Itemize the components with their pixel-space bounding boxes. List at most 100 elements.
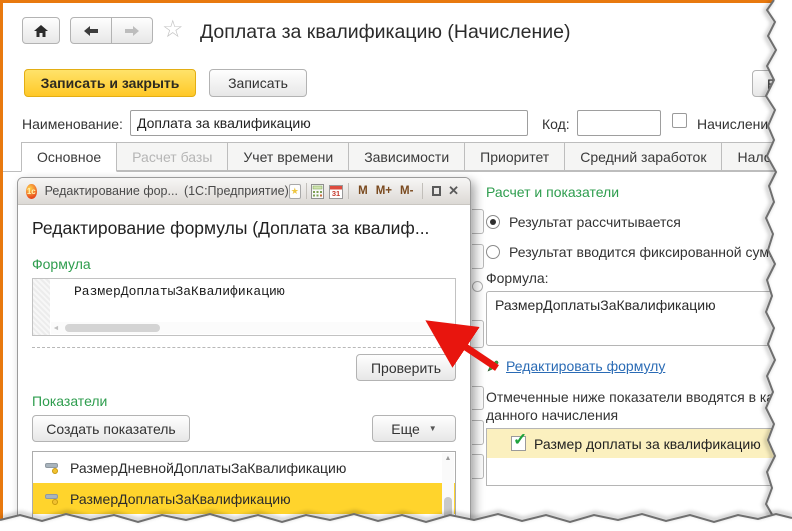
list-item-label: РазмерДоплатыЗаКвалификацию: [70, 490, 291, 507]
accrual-checkbox-label: Начисление б: [697, 116, 788, 132]
dialog-title: Редактирование фор...: [44, 184, 178, 198]
scrollbar-thumb[interactable]: [444, 497, 452, 523]
occluded-control-fragment: [472, 281, 483, 292]
check-icon: ✓: [513, 430, 528, 449]
indicator-checkbox-list: ✓ Размер доплаты за квалификацию: [486, 428, 786, 486]
tab-prioritet[interactable]: Приоритет: [464, 142, 566, 171]
indicators-list: РазмерДневнойДоплатыЗаКвалификацию Разме…: [32, 451, 456, 531]
occluded-control-fragment: [472, 320, 484, 348]
vertical-scrollbar[interactable]: ▲: [442, 453, 454, 531]
list-item-label: РазмерДневнойДоплатыЗаКвалификацию: [70, 459, 347, 476]
formula-editor[interactable]: РазмерДоплатыЗаКвалификацию ◄ ►: [32, 278, 456, 336]
favorites-titlebar-icon[interactable]: ★: [288, 183, 301, 199]
titlebar-separator: [422, 183, 424, 199]
titlebar-separator: [348, 183, 350, 199]
occluded-control-fragment: [472, 454, 484, 479]
nav-buttons: [70, 17, 153, 44]
more-button-dialog[interactable]: Еще ▼: [372, 415, 456, 442]
list-item[interactable]: РазмерДневнойДоплатыЗаКвалификацию: [33, 452, 455, 483]
dashed-separator: [32, 347, 456, 348]
tab-uchet-vremeni[interactable]: Учет времени: [227, 142, 350, 171]
memory-mminus-button[interactable]: M-: [396, 185, 417, 197]
page-title: Доплата за квалификацию (Начисление): [200, 21, 571, 43]
calculator-icon[interactable]: [311, 183, 325, 199]
dialog-app-name: (1С:Предприятие): [183, 184, 289, 198]
edit-formula-link[interactable]: Редактировать формулу: [506, 358, 665, 374]
radio-on-icon[interactable]: [486, 215, 500, 229]
checkbox-checked-icon[interactable]: ✓: [511, 430, 527, 451]
scroll-left-icon[interactable]: ◄: [51, 325, 61, 332]
scroll-right-icon[interactable]: ►: [444, 325, 454, 332]
calendar-icon[interactable]: 31: [329, 184, 344, 199]
list-item-selected[interactable]: РазмерДоплатыЗаКвалификацию: [33, 483, 455, 514]
note-line-1: Отмеченные ниже показатели вводятся в ка…: [486, 389, 792, 405]
accrual-checkbox[interactable]: [672, 113, 687, 128]
tab-raschet-bazy[interactable]: Расчет базы: [116, 142, 229, 171]
frame-border-top: [0, 0, 792, 3]
name-input[interactable]: [130, 110, 528, 136]
code-label: Код:: [542, 116, 570, 132]
list-item-label: РазмерПособияПоУходуЗаРебенкомДоТрехЛет: [70, 521, 380, 531]
favorite-star-icon[interactable]: ☆: [162, 15, 184, 44]
note-line-2: данного начисления: [486, 407, 619, 423]
horizontal-scrollbar[interactable]: ◄ ►: [51, 322, 454, 334]
occluded-control-fragment: [472, 420, 484, 445]
occluded-control-fragment: [472, 244, 484, 269]
formula-display: РазмерДоплатыЗаКвалификацию: [486, 291, 786, 346]
scrollbar-thumb[interactable]: [65, 324, 160, 332]
indicator-checkbox-row[interactable]: ✓ Размер доплаты за квалификацию: [487, 429, 785, 458]
maximize-icon[interactable]: [432, 186, 442, 196]
formula-section-label: Формула: [32, 256, 91, 272]
calculation-panel: Расчет и показатели Результат рассчитыва…: [486, 184, 792, 486]
svg-text:31: 31: [332, 189, 340, 198]
tab-zavisimosti[interactable]: Зависимости: [348, 142, 466, 171]
dialog-titlebar[interactable]: 1с Редактирование фор... (1С:Предприятие…: [18, 178, 470, 205]
close-icon[interactable]: ✕: [445, 183, 462, 199]
formula-editor-text[interactable]: РазмерДоплатыЗаКвалификацию: [50, 284, 285, 299]
forward-button[interactable]: [112, 17, 153, 44]
memory-m-button[interactable]: M: [354, 185, 372, 197]
save-and-close-button[interactable]: Записать и закрыть: [24, 69, 196, 97]
section-label: Расчет и показатели: [486, 184, 620, 200]
memory-mplus-button[interactable]: M+: [372, 185, 396, 197]
more-button-top[interactable]: Е: [752, 70, 792, 97]
home-button[interactable]: [22, 17, 60, 44]
code-input[interactable]: [577, 110, 661, 136]
indicator-checkbox-label: Размер доплаты за квалификацию: [534, 435, 761, 452]
chevron-down-icon: ▼: [428, 424, 437, 433]
pencil-icon: [487, 360, 499, 372]
create-indicator-button[interactable]: Создать показатель: [32, 415, 190, 442]
tabbar: Основное Расчет базы Учет времени Зависи…: [21, 142, 792, 172]
dialog-heading: Редактирование формулы (Доплата за квали…: [32, 218, 430, 238]
occluded-control-fragment: [472, 209, 484, 234]
occluded-control-fragment: [472, 386, 484, 410]
indicator-icon: [45, 462, 60, 474]
formula-edit-dialog: 1с Редактирование фор... (1С:Предприятие…: [17, 177, 471, 531]
1c-logo-icon: 1с: [26, 183, 37, 199]
titlebar-separator: [305, 183, 307, 199]
dialog-body: Редактирование формулы (Доплата за квали…: [18, 205, 470, 531]
scroll-up-icon[interactable]: ▲: [442, 455, 454, 462]
indicators-note: Отмеченные ниже показатели вводятся в ка…: [486, 388, 792, 424]
tab-nalogi[interactable]: Налоги, взносы, бухуче: [721, 142, 792, 171]
radio-result-calculated[interactable]: Результат рассчитывается: [486, 214, 792, 230]
tab-sredniy-zarabotok[interactable]: Средний заработок: [564, 142, 723, 171]
radio-off-icon[interactable]: [486, 245, 500, 259]
indicator-icon: [45, 524, 60, 531]
check-formula-button[interactable]: Проверить: [356, 354, 456, 381]
formula-label: Формула:: [486, 270, 549, 286]
list-item[interactable]: РазмерПособияПоУходуЗаРебенкомДоТрехЛет: [33, 514, 455, 531]
tab-osnovnoe[interactable]: Основное: [21, 142, 118, 172]
more-button-label: Еще: [391, 420, 420, 437]
back-arrow-icon: [84, 25, 98, 36]
name-label: Наименование:: [22, 116, 123, 132]
radio-label: Результат вводится фиксированной суммой: [509, 244, 792, 260]
home-icon: [34, 24, 48, 37]
formula-editor-gutter: [33, 279, 50, 335]
indicators-section-label: Показатели: [32, 393, 108, 409]
radio-result-fixed[interactable]: Результат вводится фиксированной суммой: [486, 244, 792, 260]
forward-arrow-icon: [125, 25, 139, 36]
save-button[interactable]: Записать: [209, 69, 307, 97]
edit-formula-row: Редактировать формулу: [486, 358, 792, 374]
back-button[interactable]: [70, 17, 112, 44]
